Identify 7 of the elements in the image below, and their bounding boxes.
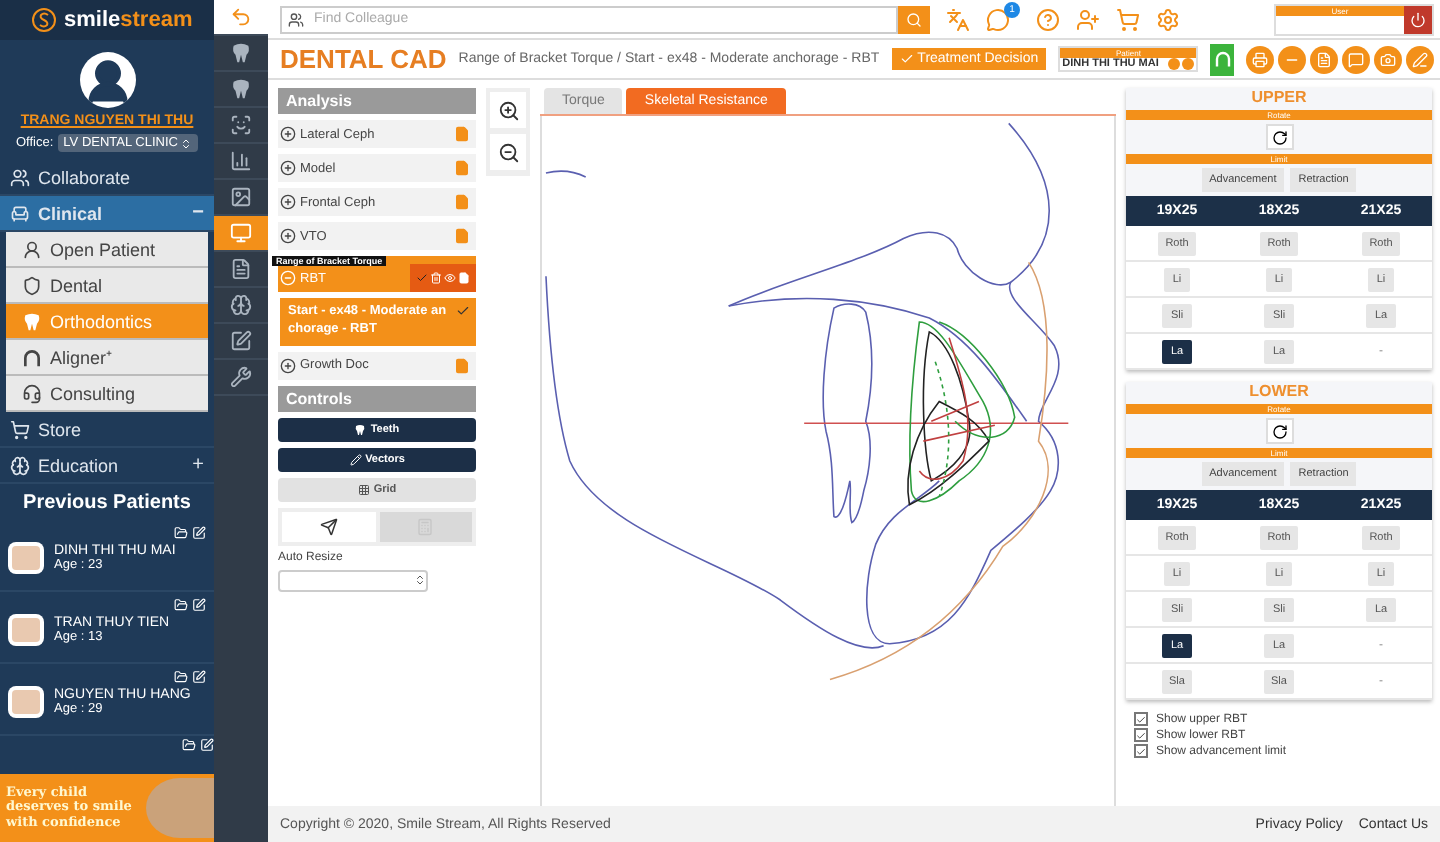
section-header: Analysis [278, 88, 476, 114]
logo-text: smilestream [64, 8, 193, 32]
panel-title: UPPER [1251, 88, 1307, 106]
page-title: DENTAL CAD [280, 44, 447, 74]
panel-title: LOWER [1249, 382, 1309, 400]
section-title: Previous Patients [21, 490, 193, 518]
section-header: Controls [278, 385, 476, 412]
